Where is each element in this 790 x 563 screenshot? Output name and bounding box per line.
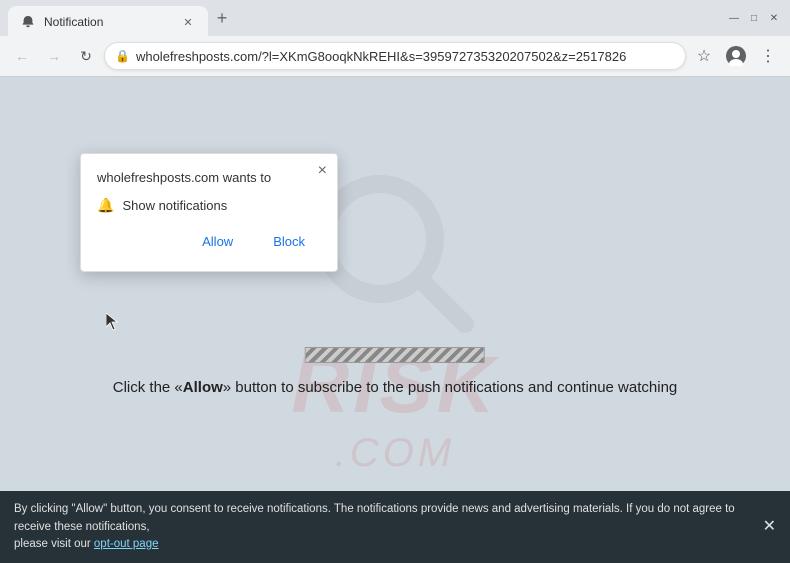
bottom-bar-text-part2: please visit our [14,538,94,550]
tab-bar: Notification ✕ + — □ ✕ [0,0,790,36]
main-content: RISK .COM Click the «Allow» button to su… [0,77,790,563]
click-instruction: Click the «Allow» button to subscribe to… [113,379,678,396]
close-window-button[interactable]: ✕ [766,10,782,26]
profile-button[interactable] [722,42,750,70]
back-button[interactable]: ← [8,42,36,70]
progress-area: Click the «Allow» button to subscribe to… [113,347,678,396]
menu-button[interactable]: ⋮ [754,42,782,70]
address-bar[interactable]: 🔒 wholefreshposts.com/?l=XKmG8ooqkNkREHI… [104,42,686,70]
browser-chrome: Notification ✕ + — □ ✕ ← → ↻ 🔒 wholefres… [0,0,790,77]
refresh-button[interactable]: ↻ [72,42,100,70]
popup-close-button[interactable]: × [318,162,327,180]
bottom-bar-close-button[interactable]: ✕ [763,515,776,539]
active-tab[interactable]: Notification ✕ [8,6,208,38]
nav-actions: ☆ ⋮ [690,42,782,70]
notification-popup: × wholefreshposts.com wants to 🔔 Show no… [80,153,338,272]
bottom-bar-text-part1: By clicking "Allow" button, you consent … [14,503,735,532]
watermark-com-text: .COM [335,431,455,476]
watermark: RISK .COM [0,77,790,563]
bottom-notification-bar: By clicking "Allow" button, you consent … [0,491,790,563]
minimize-button[interactable]: — [726,10,742,26]
popup-buttons: Allow Block [97,228,321,255]
notification-label: Show notifications [122,198,227,213]
tab-label: Notification [44,15,172,29]
navigation-bar: ← → ↻ 🔒 wholefreshposts.com/?l=XKmG8ooqk… [0,36,790,76]
tab-close-button[interactable]: ✕ [180,14,196,30]
bottom-bar-text: By clicking "Allow" button, you consent … [14,503,735,550]
progress-bar [305,347,485,363]
opt-out-link[interactable]: opt-out page [94,538,159,550]
bookmark-button[interactable]: ☆ [690,42,718,70]
notification-row: 🔔 Show notifications [97,197,321,214]
allow-button[interactable]: Allow [186,228,249,255]
mouse-cursor [106,313,118,331]
window-controls: — □ ✕ [726,10,782,26]
new-tab-button[interactable]: + [208,4,236,32]
tab-favicon [20,14,36,30]
bell-icon: 🔔 [97,197,114,214]
popup-title: wholefreshposts.com wants to [97,170,321,185]
maximize-button[interactable]: □ [746,10,762,26]
lock-icon: 🔒 [115,49,130,63]
progress-bar-fill [306,348,484,362]
block-button[interactable]: Block [257,228,321,255]
forward-button[interactable]: → [40,42,68,70]
address-text: wholefreshposts.com/?l=XKmG8ooqkNkREHI&s… [136,49,675,64]
